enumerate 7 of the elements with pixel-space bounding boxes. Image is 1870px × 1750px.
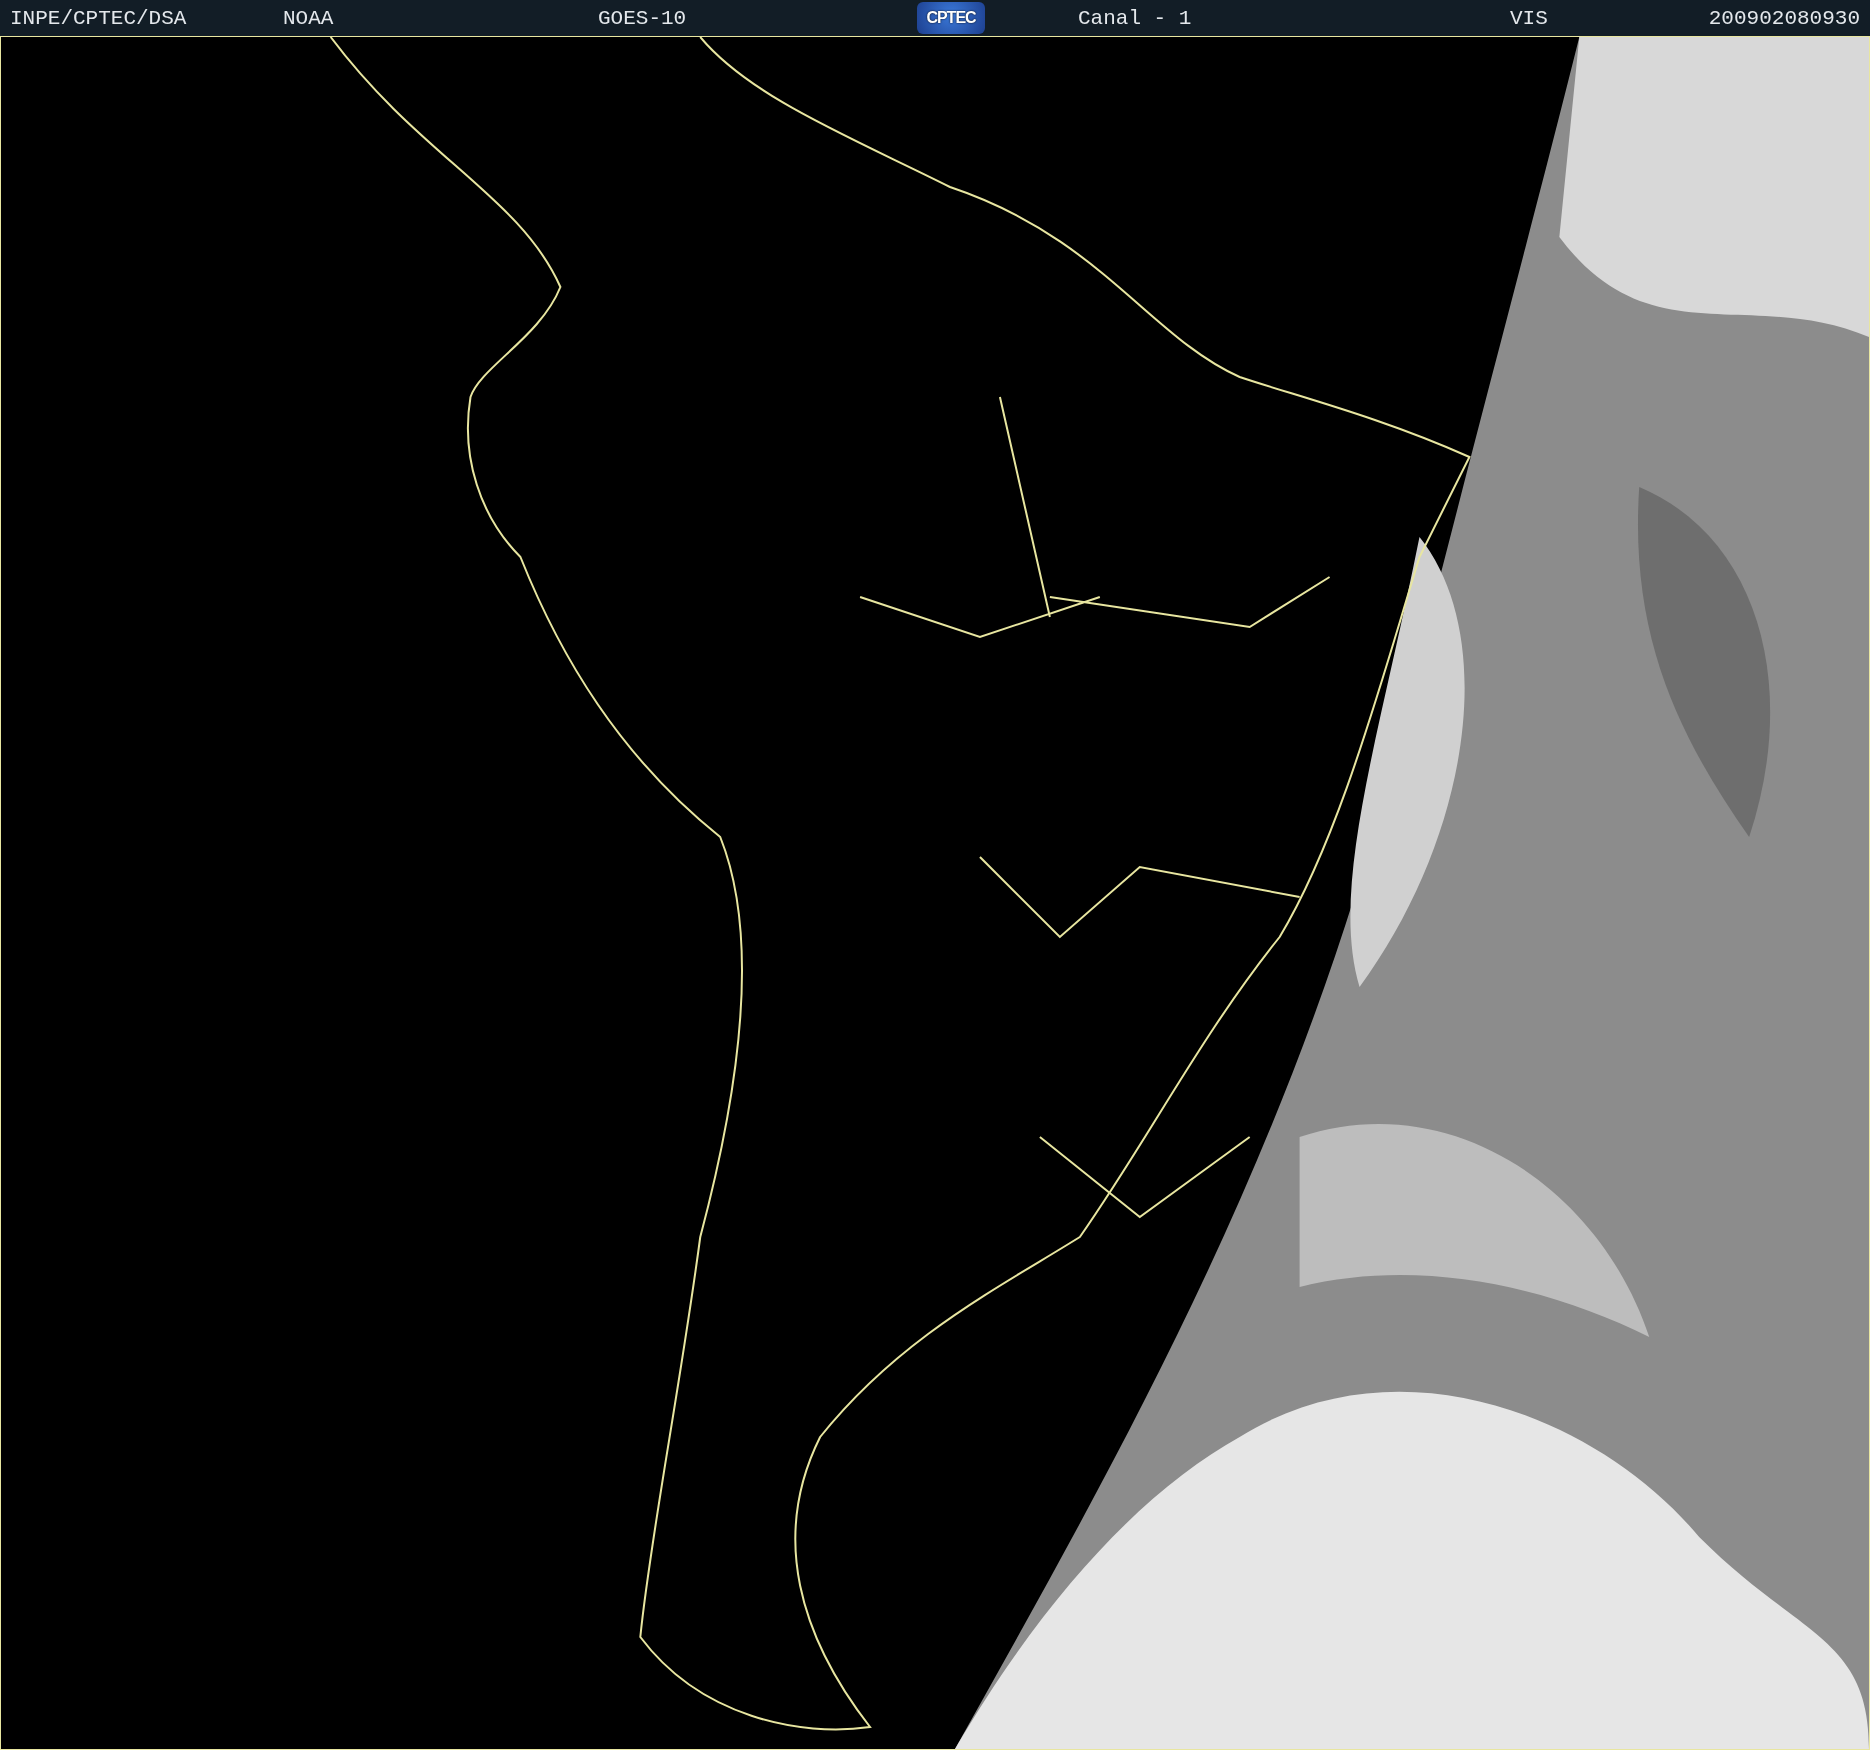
header-label: GOES-10 — [598, 6, 687, 30]
header-label: INPE/CPTEC/DSA — [10, 6, 187, 30]
logo: CPTEC — [917, 2, 985, 34]
header-label: NOAA — [283, 6, 334, 30]
header-label: 200902080930 — [1708, 6, 1860, 30]
header-label: VIS — [1510, 6, 1548, 30]
header-label: Canal - 1 — [1078, 6, 1192, 30]
